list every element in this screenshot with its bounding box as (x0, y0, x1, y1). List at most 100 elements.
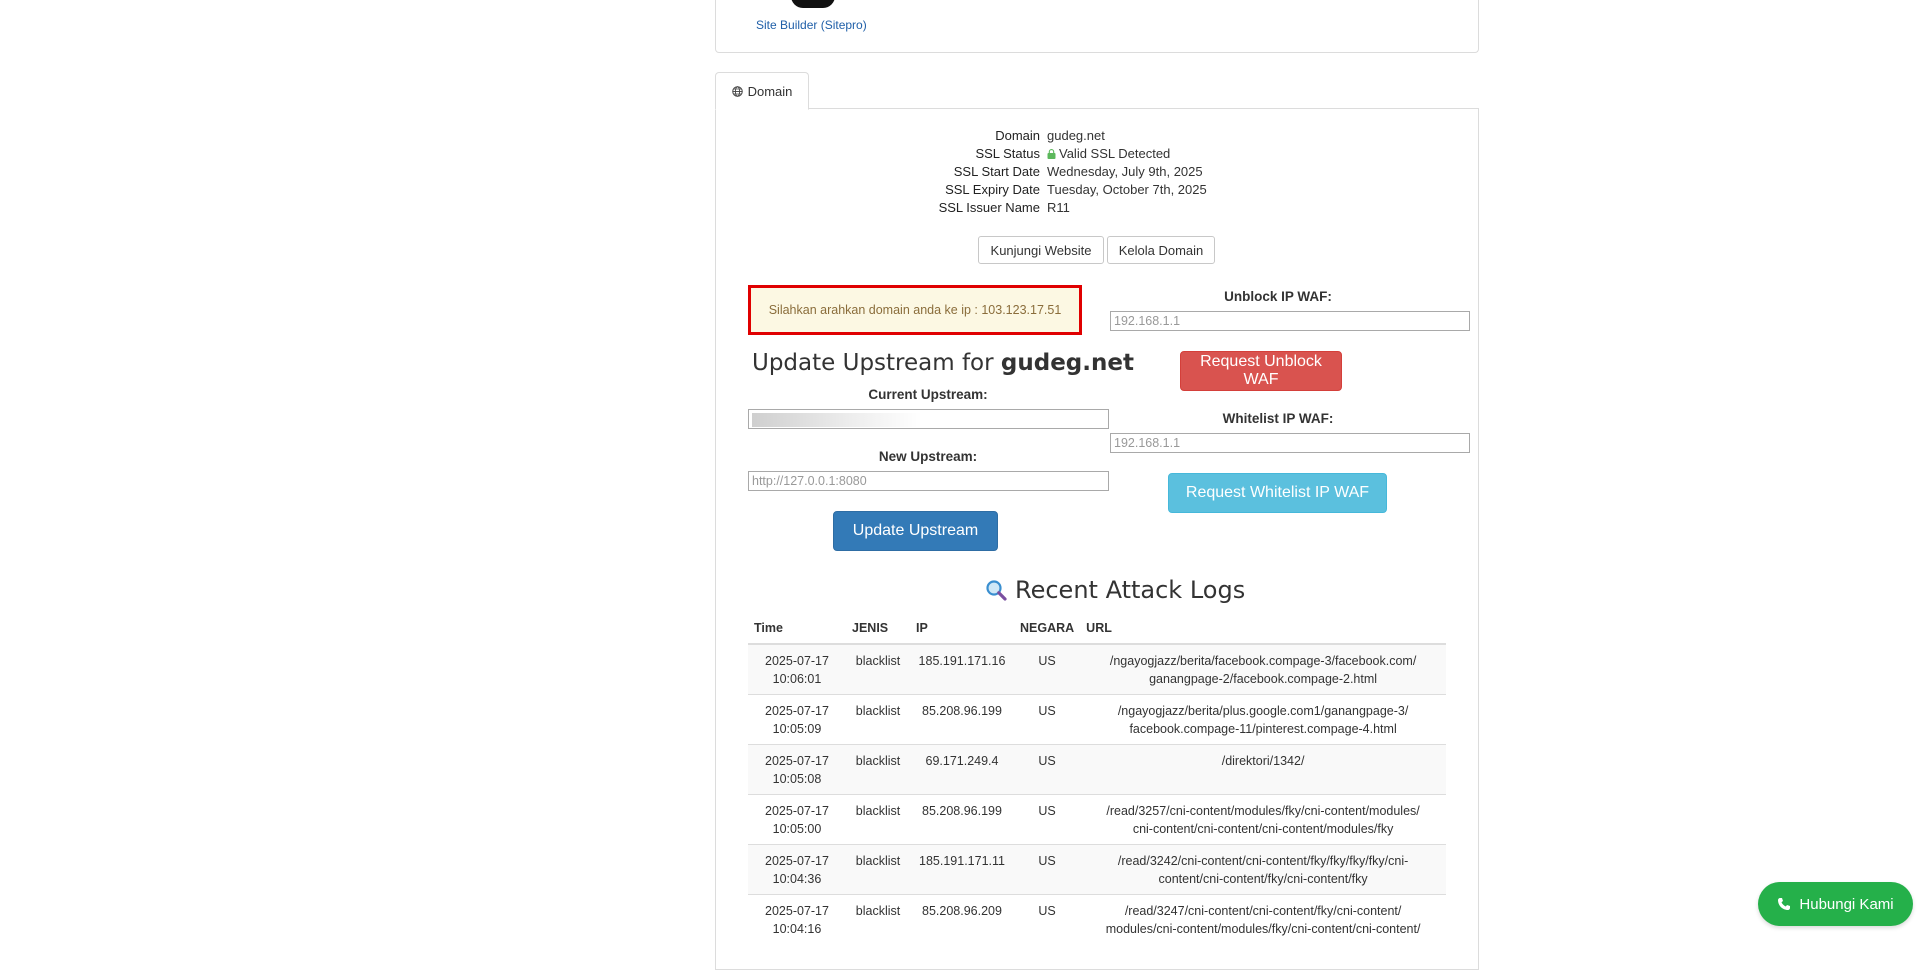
url-line: cni-content/cni-content/cni-content/modu… (1132, 822, 1394, 836)
cell-jenis: blacklist (846, 694, 910, 745)
cell-ip: 85.208.96.199 (910, 694, 1014, 745)
ip-alert: Silahkan arahkan domain anda ke ip : 103… (748, 285, 1082, 335)
cell-negara: US (1014, 794, 1081, 845)
cell-ip: 85.208.96.199 (910, 794, 1014, 845)
cell-ip: 185.191.171.11 (910, 844, 1014, 895)
cell-date: 2025-07-17 (765, 854, 829, 868)
cell-url: /ngayogjazz/berita/facebook.compage-3/fa… (1080, 643, 1446, 695)
cell-clock: 10:04:16 (772, 922, 822, 936)
cell-clock: 10:04:36 (772, 872, 822, 886)
cell-negara: US (1014, 844, 1081, 895)
info-label: SSL Start Date (953, 164, 1040, 179)
info-label: SSL Status (975, 146, 1040, 161)
url-line: /read/3242/cni-content/cni-content/fky/f… (1117, 854, 1409, 868)
url-line: /ngayogjazz/berita/facebook.compage-3/fa… (1109, 654, 1417, 668)
globe-icon (731, 85, 743, 97)
cell-ip: 85.208.96.209 (910, 894, 1014, 944)
table-row: 2025-07-17 10:05:09 blacklist 85.208.96.1… (748, 694, 1446, 745)
new-upstream-input[interactable] (748, 471, 1109, 491)
cell-negara: US (1014, 744, 1081, 795)
update-upstream-button[interactable]: Update Upstream (833, 511, 998, 551)
cell-clock: 10:06:01 (772, 672, 822, 686)
attack-logs-table: Time JENIS IP NEGARA URL 2025-07-17 10:06… (748, 617, 1446, 944)
info-value: Tuesday, October 7th, 2025 (1047, 182, 1207, 197)
cell-time: 2025-07-17 10:05:00 (748, 794, 846, 845)
col-time: Time (748, 617, 846, 645)
current-upstream-label: Current Upstream: (868, 387, 988, 402)
table-row: 2025-07-17 10:05:00 blacklist 85.208.96.1… (748, 794, 1446, 845)
heading-prefix: Update Upstream for (752, 350, 1001, 376)
cell-url: /ngayogjazz/berita/plus.google.com1/gana… (1080, 694, 1446, 745)
info-label: Domain (995, 128, 1040, 143)
cell-date: 2025-07-17 (765, 704, 829, 718)
col-url: URL (1080, 617, 1446, 645)
visit-website-button[interactable]: Kunjungi Website (978, 236, 1104, 264)
cell-jenis: blacklist (846, 844, 910, 895)
redacted-value (752, 413, 922, 427)
cell-jenis: blacklist (846, 794, 910, 845)
whitelist-ip-label: Whitelist IP WAF: (1222, 411, 1334, 426)
cell-jenis: blacklist (846, 643, 910, 695)
ip-alert-text: Silahkan arahkan domain anda ke ip : 103… (768, 303, 1062, 317)
cell-url: /read/3247/cni-content/cni-content/fky/c… (1080, 894, 1446, 944)
tab-domain-label: Domain (747, 83, 793, 99)
url-line: ganangpage-2/facebook.compage-2.html (1149, 672, 1378, 686)
info-row-ssl-issuer: SSL Issuer Name R11 (880, 200, 1300, 218)
new-upstream-label: New Upstream: (878, 449, 978, 464)
ssl-status-value: Valid SSL Detected (1047, 146, 1170, 161)
col-ip: IP (910, 617, 1014, 645)
site-builder-link[interactable]: Site Builder (Sitepro) (756, 18, 867, 32)
url-line: /ngayogjazz/berita/plus.google.com1/gana… (1117, 704, 1409, 718)
manage-domain-button[interactable]: Kelola Domain (1107, 236, 1215, 264)
request-unblock-button[interactable]: Request Unblock WAF (1180, 351, 1342, 391)
info-row-domain: Domain gudeg.net (880, 128, 1300, 146)
info-row-ssl-start: SSL Start Date Wednesday, July 9th, 2025 (880, 164, 1300, 182)
url-line: modules/cni-content/modules/fky/cni-cont… (1105, 922, 1421, 936)
table-row: 2025-07-17 10:06:01 blacklist 185.191.171… (748, 643, 1446, 695)
table-row: 2025-07-17 10:04:36 blacklist 185.191.171… (748, 844, 1446, 895)
attack-logs-title-text: Recent Attack Logs (1015, 576, 1246, 604)
col-jenis: JENIS (846, 617, 910, 645)
url-line: /read/3257/cni-content/modules/fky/cni-c… (1106, 804, 1420, 818)
cell-url: /direktori/1342/ (1080, 744, 1446, 795)
cell-url: /read/3257/cni-content/modules/fky/cni-c… (1080, 794, 1446, 845)
unblock-ip-label: Unblock IP WAF: (1224, 289, 1332, 304)
col-negara: NEGARA (1014, 617, 1081, 645)
cell-time: 2025-07-17 10:04:36 (748, 844, 846, 895)
info-value: R11 (1047, 200, 1070, 215)
heading-domain: gudeg.net (1000, 350, 1134, 376)
update-upstream-heading: Update Upstream for gudeg.net (752, 350, 1134, 376)
contact-us-button[interactable]: Hubungi Kami (1758, 882, 1913, 926)
cell-time: 2025-07-17 10:04:16 (748, 894, 846, 944)
unblock-ip-input[interactable] (1110, 311, 1470, 331)
cell-negara: US (1014, 643, 1081, 695)
tab-domain[interactable]: Domain (715, 72, 809, 110)
magnifier-icon (986, 580, 1007, 601)
cell-jenis: blacklist (846, 894, 910, 944)
cell-negara: US (1014, 694, 1081, 745)
cell-clock: 10:05:08 (772, 772, 822, 786)
lock-icon (1047, 149, 1056, 159)
cell-time: 2025-07-17 10:06:01 (748, 643, 846, 695)
cell-negara: US (1014, 894, 1081, 944)
site-builder-panel: Site Builder (Sitepro) (715, 0, 1479, 53)
cell-ip: 69.171.249.4 (910, 744, 1014, 795)
url-line: /direktori/1342/ (1221, 754, 1305, 768)
table-row: 2025-07-17 10:05:08 blacklist 69.171.249.… (748, 744, 1446, 795)
info-value: Wednesday, July 9th, 2025 (1047, 164, 1203, 179)
cell-clock: 10:05:09 (772, 722, 822, 736)
contact-us-label: Hubungi Kami (1799, 895, 1894, 913)
cell-date: 2025-07-17 (765, 754, 829, 768)
info-label: SSL Expiry Date (945, 182, 1040, 197)
cell-time: 2025-07-17 10:05:08 (748, 744, 846, 795)
table-row: 2025-07-17 10:04:16 blacklist 85.208.96.2… (748, 894, 1446, 944)
site-builder-icon[interactable] (791, 0, 835, 8)
ssl-status-text: Valid SSL Detected (1059, 146, 1171, 161)
request-whitelist-button[interactable]: Request Whitelist IP WAF (1168, 473, 1387, 513)
url-line: facebook.compage-11/pinterest.compage-4.… (1129, 722, 1397, 736)
whitelist-ip-input[interactable] (1110, 433, 1470, 453)
cell-jenis: blacklist (846, 744, 910, 795)
info-row-ssl-expiry: SSL Expiry Date Tuesday, October 7th, 20… (880, 182, 1300, 200)
cell-date: 2025-07-17 (765, 904, 829, 918)
cell-time: 2025-07-17 10:05:09 (748, 694, 846, 745)
